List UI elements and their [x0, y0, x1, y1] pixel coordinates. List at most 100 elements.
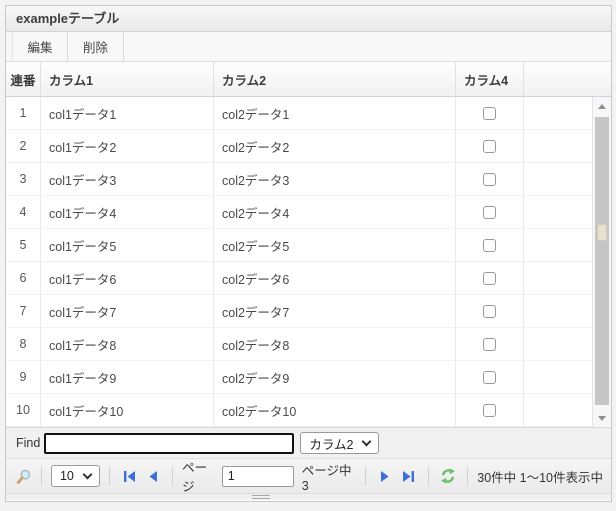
- row-number-cell: 2: [6, 130, 41, 162]
- col4-cell: [456, 295, 524, 327]
- table-row[interactable]: 9col1データ9col2データ9: [6, 361, 592, 394]
- empty-cell: [524, 163, 592, 195]
- column-header-empty: [524, 62, 611, 96]
- scrollbar-thumb[interactable]: [595, 117, 609, 405]
- first-page-icon: [123, 470, 136, 483]
- table-row[interactable]: 2col1データ2col2データ2: [6, 130, 592, 163]
- col2-cell: col2データ6: [214, 262, 456, 294]
- col4-cell: [456, 262, 524, 294]
- table-row[interactable]: 5col1データ5col2データ5: [6, 229, 592, 262]
- last-page-icon: [402, 470, 415, 483]
- row-number-cell: 1: [6, 97, 41, 129]
- scroll-down-button[interactable]: [593, 411, 611, 425]
- table-row[interactable]: 8col1データ8col2データ8: [6, 328, 592, 361]
- prev-page-button[interactable]: [144, 467, 160, 485]
- scrollbar-grip: [597, 224, 607, 241]
- col1-cell: col1データ10: [41, 394, 214, 426]
- find-column-selected-value: カラム2: [309, 434, 353, 453]
- row-checkbox[interactable]: [483, 173, 496, 186]
- col4-cell: [456, 196, 524, 228]
- row-checkbox[interactable]: [483, 272, 496, 285]
- grid-title: exampleテーブル: [6, 6, 611, 32]
- empty-cell: [524, 295, 592, 327]
- table-header-row: 連番 カラム1 カラム2 カラム4: [6, 62, 611, 97]
- page-label: ページ: [182, 457, 216, 495]
- col4-cell: [456, 328, 524, 360]
- vertical-scrollbar[interactable]: [592, 97, 611, 427]
- edit-button[interactable]: 編集: [12, 32, 68, 61]
- col2-cell: col2データ7: [214, 295, 456, 327]
- col1-cell: col1データ9: [41, 361, 214, 393]
- empty-cell: [524, 361, 592, 393]
- empty-cell: [524, 130, 592, 162]
- col1-cell: col1データ1: [41, 97, 214, 129]
- find-input[interactable]: [44, 433, 294, 454]
- row-number-cell: 8: [6, 328, 41, 360]
- row-checkbox[interactable]: [483, 206, 496, 219]
- row-checkbox[interactable]: [483, 338, 496, 351]
- table-row[interactable]: 3col1データ3col2データ3: [6, 163, 592, 196]
- chevron-down-icon: [362, 436, 372, 446]
- rows-per-page-value: 10: [60, 469, 74, 483]
- divider: [109, 467, 110, 485]
- empty-cell: [524, 97, 592, 129]
- resize-handle[interactable]: [6, 493, 611, 500]
- col1-cell: col1データ6: [41, 262, 214, 294]
- table-row[interactable]: 4col1データ4col2データ4: [6, 196, 592, 229]
- row-checkbox[interactable]: [483, 404, 496, 417]
- col4-cell: [456, 361, 524, 393]
- empty-cell: [524, 394, 592, 426]
- column-header-col1[interactable]: カラム1: [41, 62, 214, 96]
- empty-cell: [524, 262, 592, 294]
- col4-cell: [456, 130, 524, 162]
- last-page-button[interactable]: [400, 467, 416, 485]
- page-number-input[interactable]: [222, 466, 294, 487]
- refresh-button[interactable]: [438, 466, 458, 486]
- divider: [41, 467, 42, 485]
- find-column-select[interactable]: カラム2: [300, 432, 379, 454]
- col2-cell: col2データ1: [214, 97, 456, 129]
- resize-grip-icon: [252, 495, 270, 499]
- column-header-col4[interactable]: カラム4: [456, 62, 524, 96]
- row-number-cell: 4: [6, 196, 41, 228]
- pager-right-section: 30件中 1〜10件表示中: [419, 466, 603, 486]
- pages-total-label: ページ中 3: [302, 460, 356, 493]
- col2-cell: col2データ3: [214, 163, 456, 195]
- row-checkbox[interactable]: [483, 140, 496, 153]
- row-checkbox[interactable]: [483, 239, 496, 252]
- table-row[interactable]: 7col1データ7col2データ7: [6, 295, 592, 328]
- rows-per-page-select[interactable]: 10: [51, 465, 100, 487]
- table-body: 1col1データ1col2データ12col1データ2col2データ23col1デ…: [6, 97, 611, 427]
- row-number-cell: 7: [6, 295, 41, 327]
- scroll-up-button[interactable]: [593, 99, 611, 113]
- col4-cell: [456, 394, 524, 426]
- divider: [428, 467, 429, 485]
- row-checkbox[interactable]: [483, 371, 496, 384]
- search-button[interactable]: [14, 466, 32, 486]
- row-number-cell: 10: [6, 394, 41, 426]
- table-row[interactable]: 10col1データ10col2データ10: [6, 394, 592, 427]
- prev-page-icon: [146, 470, 159, 483]
- find-label: Find: [16, 436, 40, 450]
- row-number-cell: 5: [6, 229, 41, 261]
- table-row[interactable]: 1col1データ1col2データ1: [6, 97, 592, 130]
- table-row[interactable]: 6col1データ6col2データ6: [6, 262, 592, 295]
- col1-cell: col1データ4: [41, 196, 214, 228]
- col1-cell: col1データ7: [41, 295, 214, 327]
- row-checkbox[interactable]: [483, 107, 496, 120]
- divider: [467, 467, 468, 485]
- column-header-num[interactable]: 連番: [6, 62, 41, 96]
- row-number-cell: 9: [6, 361, 41, 393]
- col4-cell: [456, 163, 524, 195]
- scroll-down-icon: [598, 416, 606, 421]
- col1-cell: col1データ8: [41, 328, 214, 360]
- delete-button[interactable]: 削除: [68, 32, 124, 61]
- first-page-button[interactable]: [122, 467, 138, 485]
- next-page-button[interactable]: [378, 467, 394, 485]
- empty-cell: [524, 328, 592, 360]
- col1-cell: col1データ2: [41, 130, 214, 162]
- col2-cell: col2データ5: [214, 229, 456, 261]
- search-icon: [15, 468, 32, 485]
- column-header-col2[interactable]: カラム2: [214, 62, 456, 96]
- row-checkbox[interactable]: [483, 305, 496, 318]
